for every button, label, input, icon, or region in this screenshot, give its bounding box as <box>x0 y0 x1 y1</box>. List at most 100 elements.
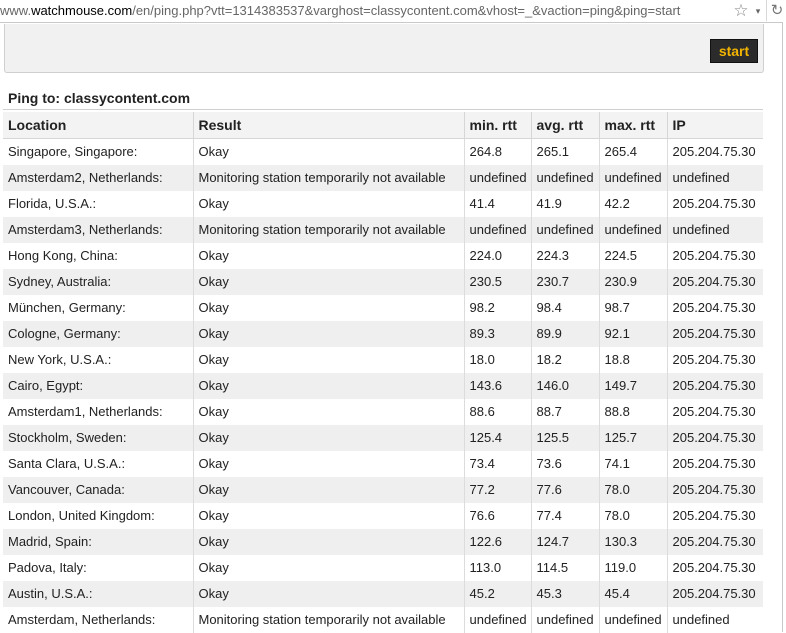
cell-location: Hong Kong, China: <box>3 243 193 269</box>
cell-avg-rtt: 114.5 <box>531 555 599 581</box>
cell-avg-rtt: undefined <box>531 217 599 243</box>
cell-result: Okay <box>193 503 464 529</box>
cell-max-rtt: 265.4 <box>599 139 667 166</box>
cell-ip: 205.204.75.30 <box>667 555 763 581</box>
cell-max-rtt: 125.7 <box>599 425 667 451</box>
cell-avg-rtt: 224.3 <box>531 243 599 269</box>
cell-min-rtt: 113.0 <box>464 555 531 581</box>
cell-location: Florida, U.S.A.: <box>3 191 193 217</box>
cell-max-rtt: 98.7 <box>599 295 667 321</box>
cell-min-rtt: 230.5 <box>464 269 531 295</box>
cell-ip: 205.204.75.30 <box>667 295 763 321</box>
cell-location: Amsterdam1, Netherlands: <box>3 399 193 425</box>
cell-ip: 205.204.75.30 <box>667 503 763 529</box>
table-body: Singapore, Singapore:Okay264.8265.1265.4… <box>3 139 763 633</box>
cell-location: Cairo, Egypt: <box>3 373 193 399</box>
cell-max-rtt: 119.0 <box>599 555 667 581</box>
cell-ip: 205.204.75.30 <box>667 477 763 503</box>
cell-max-rtt: 42.2 <box>599 191 667 217</box>
cell-min-rtt: 45.2 <box>464 581 531 607</box>
cell-avg-rtt: 124.7 <box>531 529 599 555</box>
table-row: Stockholm, Sweden:Okay125.4125.5125.7205… <box>3 425 763 451</box>
cell-max-rtt: 45.4 <box>599 581 667 607</box>
cell-location: London, United Kingdom: <box>3 503 193 529</box>
table-row: München, Germany:Okay98.298.498.7205.204… <box>3 295 763 321</box>
cell-min-rtt: 98.2 <box>464 295 531 321</box>
table-row: Vancouver, Canada:Okay77.277.678.0205.20… <box>3 477 763 503</box>
table-row: Amsterdam, Netherlands:Monitoring statio… <box>3 607 763 633</box>
table-row: London, United Kingdom:Okay76.677.478.02… <box>3 503 763 529</box>
cell-result: Okay <box>193 555 464 581</box>
cell-location: Stockholm, Sweden: <box>3 425 193 451</box>
cell-result: Okay <box>193 243 464 269</box>
cell-min-rtt: 73.4 <box>464 451 531 477</box>
cell-result: Okay <box>193 295 464 321</box>
table-row: Amsterdam2, Netherlands:Monitoring stati… <box>3 165 763 191</box>
cell-max-rtt: 18.8 <box>599 347 667 373</box>
cell-location: Sydney, Australia: <box>3 269 193 295</box>
cell-avg-rtt: 98.4 <box>531 295 599 321</box>
cell-min-rtt: undefined <box>464 607 531 633</box>
cell-max-rtt: 230.9 <box>599 269 667 295</box>
ping-title: Ping to: classycontent.com <box>3 86 763 110</box>
reload-icon[interactable]: ↻ <box>766 0 786 21</box>
column-header-avg-rtt: avg. rtt <box>531 112 599 139</box>
table-row: Cairo, Egypt:Okay143.6146.0149.7205.204.… <box>3 373 763 399</box>
cell-location: München, Germany: <box>3 295 193 321</box>
cell-min-rtt: undefined <box>464 165 531 191</box>
start-button[interactable]: start <box>710 39 758 63</box>
url-text[interactable]: www.watchmouse.com/en/ping.php?vtt=13143… <box>0 0 680 21</box>
cell-max-rtt: 78.0 <box>599 503 667 529</box>
cell-ip: 205.204.75.30 <box>667 399 763 425</box>
url-host: watchmouse.com <box>31 3 132 18</box>
cell-location: Padova, Italy: <box>3 555 193 581</box>
cell-ip: 205.204.75.30 <box>667 321 763 347</box>
cell-avg-rtt: 77.6 <box>531 477 599 503</box>
cell-max-rtt: undefined <box>599 607 667 633</box>
cell-location: Madrid, Spain: <box>3 529 193 555</box>
cell-result: Okay <box>193 191 464 217</box>
ping-results-table: LocationResultmin. rttavg. rttmax. rttIP… <box>3 112 763 633</box>
table-row: Madrid, Spain:Okay122.6124.7130.3205.204… <box>3 529 763 555</box>
cell-max-rtt: 130.3 <box>599 529 667 555</box>
table-row: Sydney, Australia:Okay230.5230.7230.9205… <box>3 269 763 295</box>
table-header-row: LocationResultmin. rttavg. rttmax. rttIP <box>3 112 763 139</box>
cell-max-rtt: undefined <box>599 217 667 243</box>
address-bar[interactable]: www.watchmouse.com/en/ping.php?vtt=13143… <box>0 0 786 23</box>
cell-result: Monitoring station temporarily not avail… <box>193 217 464 243</box>
cell-result: Okay <box>193 581 464 607</box>
cell-location: Austin, U.S.A.: <box>3 581 193 607</box>
table-row: Cologne, Germany:Okay89.389.992.1205.204… <box>3 321 763 347</box>
cell-ip: 205.204.75.30 <box>667 243 763 269</box>
cell-result: Okay <box>193 399 464 425</box>
cell-min-rtt: 224.0 <box>464 243 531 269</box>
chevron-down-icon[interactable]: ▾ <box>753 0 763 21</box>
column-header-ip: IP <box>667 112 763 139</box>
cell-result: Monitoring station temporarily not avail… <box>193 607 464 633</box>
ping-control-panel: start <box>4 24 764 73</box>
cell-avg-rtt: 18.2 <box>531 347 599 373</box>
column-header-min-rtt: min. rtt <box>464 112 531 139</box>
cell-ip: 205.204.75.30 <box>667 451 763 477</box>
cell-result: Okay <box>193 321 464 347</box>
cell-max-rtt: 78.0 <box>599 477 667 503</box>
cell-avg-rtt: 41.9 <box>531 191 599 217</box>
cell-max-rtt: 224.5 <box>599 243 667 269</box>
cell-location: Vancouver, Canada: <box>3 477 193 503</box>
cell-min-rtt: 76.6 <box>464 503 531 529</box>
cell-ip: 205.204.75.30 <box>667 373 763 399</box>
cell-min-rtt: 77.2 <box>464 477 531 503</box>
bookmark-star-icon[interactable]: ☆ <box>731 0 751 21</box>
cell-location: Amsterdam, Netherlands: <box>3 607 193 633</box>
cell-ip: 205.204.75.30 <box>667 347 763 373</box>
cell-location: Singapore, Singapore: <box>3 139 193 166</box>
cell-avg-rtt: 146.0 <box>531 373 599 399</box>
table-row: Singapore, Singapore:Okay264.8265.1265.4… <box>3 139 763 166</box>
cell-min-rtt: 89.3 <box>464 321 531 347</box>
cell-max-rtt: 74.1 <box>599 451 667 477</box>
cell-location: New York, U.S.A.: <box>3 347 193 373</box>
cell-ip: 205.204.75.30 <box>667 269 763 295</box>
cell-location: Amsterdam2, Netherlands: <box>3 165 193 191</box>
cell-ip: 205.204.75.30 <box>667 425 763 451</box>
cell-result: Okay <box>193 269 464 295</box>
